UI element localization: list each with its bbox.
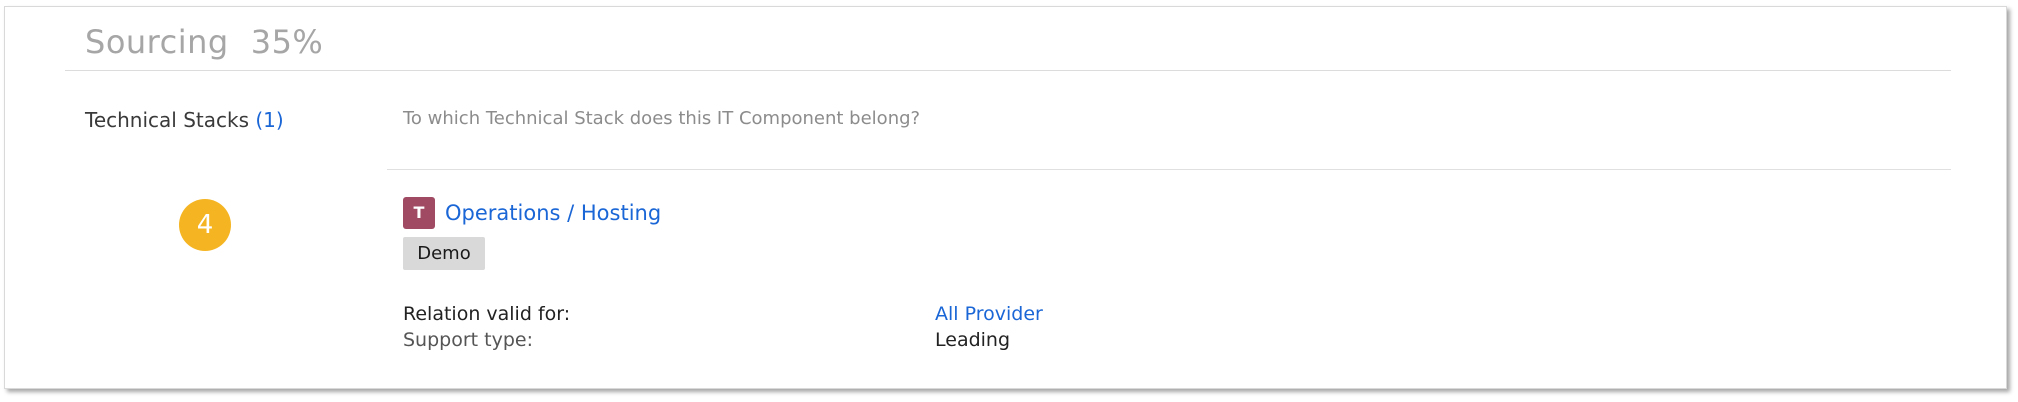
tag-demo: Demo — [403, 237, 485, 270]
technical-stack-item: T Operations / Hosting — [403, 197, 661, 229]
technical-stack-link[interactable]: Operations / Hosting — [445, 201, 661, 225]
technical-stacks-label-text: Technical Stacks — [85, 108, 249, 132]
divider — [387, 169, 1951, 170]
sourcing-card: Sourcing 35% Technical Stacks (1) To whic… — [4, 6, 2007, 389]
technical-stacks-count[interactable]: (1) — [255, 108, 283, 132]
section-completion-percent: 35% — [250, 23, 324, 61]
relation-valid-for-value[interactable]: All Provider — [935, 303, 1043, 325]
technical-stacks-question: To which Technical Stack does this IT Co… — [403, 108, 921, 129]
support-type-label: Support type: — [403, 329, 533, 351]
section-title: Sourcing 35% — [85, 23, 323, 61]
relation-valid-for-label: Relation valid for: — [403, 303, 571, 325]
section-header: Sourcing 35% — [65, 7, 1951, 71]
technical-stack-type-icon: T — [403, 197, 435, 229]
technical-stacks-label: Technical Stacks (1) — [85, 108, 284, 132]
support-type-value: Leading — [935, 329, 1011, 351]
step-number-badge: 4 — [179, 199, 231, 251]
section-title-text: Sourcing — [85, 23, 229, 61]
